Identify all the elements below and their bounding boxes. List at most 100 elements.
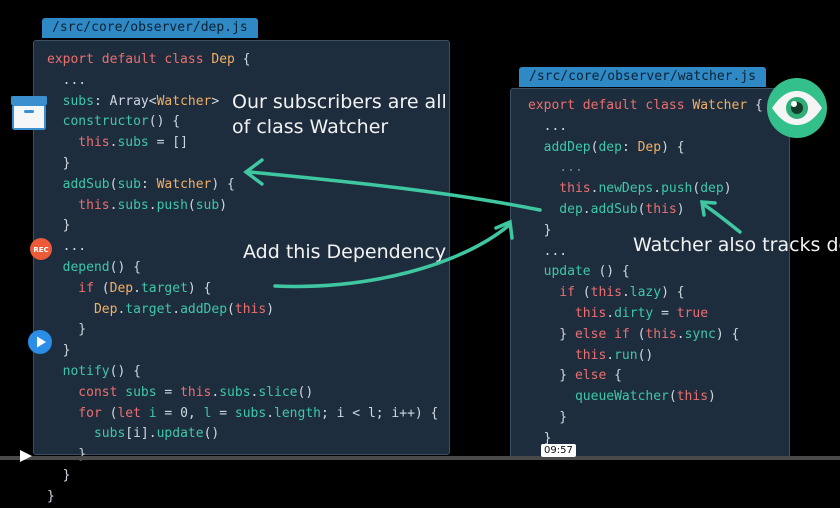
- video-time: 09:57: [541, 444, 576, 457]
- code-token: }: [528, 326, 575, 342]
- code-token: export default class: [528, 98, 693, 113]
- code-token: ) {: [661, 139, 685, 155]
- code-token: {: [606, 368, 622, 384]
- code-token: () {: [109, 259, 141, 275]
- code-token: }: [47, 488, 55, 504]
- code-token: update: [528, 264, 591, 280]
- code-line: if (this.lazy) {: [528, 283, 763, 304]
- code-token: constructor: [47, 114, 149, 130]
- rec-label: REC: [33, 246, 48, 254]
- video-timebar[interactable]: [0, 448, 840, 462]
- code-line: update () {: [528, 262, 763, 283]
- code-token: =: [156, 384, 181, 400]
- watcher-file-tab[interactable]: /src/core/observer/watcher.js: [519, 67, 766, 87]
- code-token: ) {: [211, 176, 235, 192]
- code-token: subs: [234, 405, 267, 421]
- code-line: this.run(): [528, 346, 763, 367]
- code-token: this: [47, 135, 110, 151]
- code-token: >: [211, 93, 220, 109]
- code-token: }: [528, 222, 552, 238]
- code-token: dep: [528, 201, 583, 217]
- code-token: ...: [528, 243, 568, 259]
- code-token: notify: [47, 363, 110, 379]
- watcher-code-block: export default class Watcher { ... addDe…: [528, 96, 763, 450]
- code-token: this: [180, 384, 212, 400]
- code-token: ; i < l; i++) {: [320, 405, 439, 421]
- code-line: queueWatcher(this): [528, 387, 763, 408]
- code-token: if: [528, 285, 575, 301]
- code-line: }: [47, 487, 438, 508]
- code-token: addDep: [180, 301, 228, 317]
- code-token: .: [606, 347, 615, 363]
- code-token: else: [574, 368, 607, 384]
- code-token: () {: [148, 114, 181, 130]
- code-token: for: [47, 405, 102, 421]
- code-line: } else if (this.sync) {: [528, 325, 763, 346]
- code-token: ...: [528, 118, 568, 134]
- play-icon[interactable]: [18, 450, 36, 462]
- code-line: export default class Watcher {: [528, 96, 763, 117]
- code-line: for (let i = 0, l = subs.length; i < l; …: [47, 404, 438, 425]
- code-token: }: [47, 467, 71, 483]
- code-token: update: [156, 426, 204, 442]
- code-token: = []: [148, 135, 188, 151]
- code-token: {: [747, 98, 763, 113]
- code-line: }: [47, 216, 438, 237]
- archive-box-icon[interactable]: [10, 95, 48, 135]
- code-token: target: [125, 301, 173, 317]
- code-token: .: [582, 201, 591, 217]
- code-token: lazy: [629, 285, 662, 301]
- code-token: true: [676, 305, 709, 321]
- code-token: (: [101, 405, 118, 421]
- code-token: let: [117, 405, 149, 421]
- code-line: notify() {: [47, 362, 438, 383]
- code-token: subs: [125, 384, 157, 400]
- code-token: sync: [684, 326, 716, 342]
- code-token: dirty: [614, 305, 654, 321]
- code-token: :: [140, 176, 157, 192]
- code-token: [i].: [125, 426, 157, 442]
- code-token: slice: [258, 384, 298, 400]
- code-token: dep: [700, 181, 724, 197]
- code-token: addSub: [47, 176, 110, 192]
- code-token: this: [676, 389, 709, 405]
- code-token: Watcher: [156, 93, 212, 109]
- rec-badge-icon[interactable]: REC: [28, 237, 54, 265]
- code-token: Watcher: [156, 176, 212, 192]
- code-line: ...: [528, 158, 763, 179]
- code-line: dep.addSub(this): [528, 200, 763, 221]
- code-token: .: [653, 181, 662, 197]
- code-token: Dep: [211, 52, 235, 67]
- code-token: this: [234, 301, 267, 317]
- code-token: (: [668, 389, 677, 405]
- code-token: (: [187, 197, 196, 213]
- watcher-file-path: /src/core/observer/watcher.js: [529, 69, 756, 84]
- code-token: }: [47, 155, 71, 171]
- code-token: ) {: [715, 326, 740, 342]
- eye-icon: [766, 77, 828, 143]
- code-token: .: [133, 280, 141, 296]
- code-token: () {: [109, 363, 141, 379]
- subscribers-annotation: Our subscribers are all of class Watcher: [232, 91, 447, 138]
- dep-file-tab[interactable]: /src/core/observer/dep.js: [42, 18, 258, 38]
- code-token: (: [629, 326, 646, 342]
- code-token: this: [528, 347, 607, 363]
- code-line: addDep(dep: Dep) {: [528, 138, 763, 159]
- play-circle-icon[interactable]: [27, 329, 53, 359]
- code-token: ): [708, 389, 716, 405]
- code-token: Watcher: [692, 98, 748, 113]
- code-token: ) {: [661, 285, 685, 301]
- code-token: push: [661, 181, 693, 197]
- code-line: }: [47, 341, 438, 362]
- code-token: i: [148, 405, 157, 421]
- code-token: Dep: [47, 301, 118, 317]
- code-line: ...: [47, 71, 438, 92]
- code-token: :: [621, 139, 638, 155]
- code-token: else if: [574, 326, 630, 342]
- code-token: this: [645, 201, 677, 217]
- code-token: .: [676, 326, 685, 342]
- code-token: =: [653, 305, 677, 321]
- code-token: this: [47, 197, 110, 213]
- code-line: if (Dep.target) {: [47, 279, 438, 300]
- code-token: addSub: [590, 201, 638, 217]
